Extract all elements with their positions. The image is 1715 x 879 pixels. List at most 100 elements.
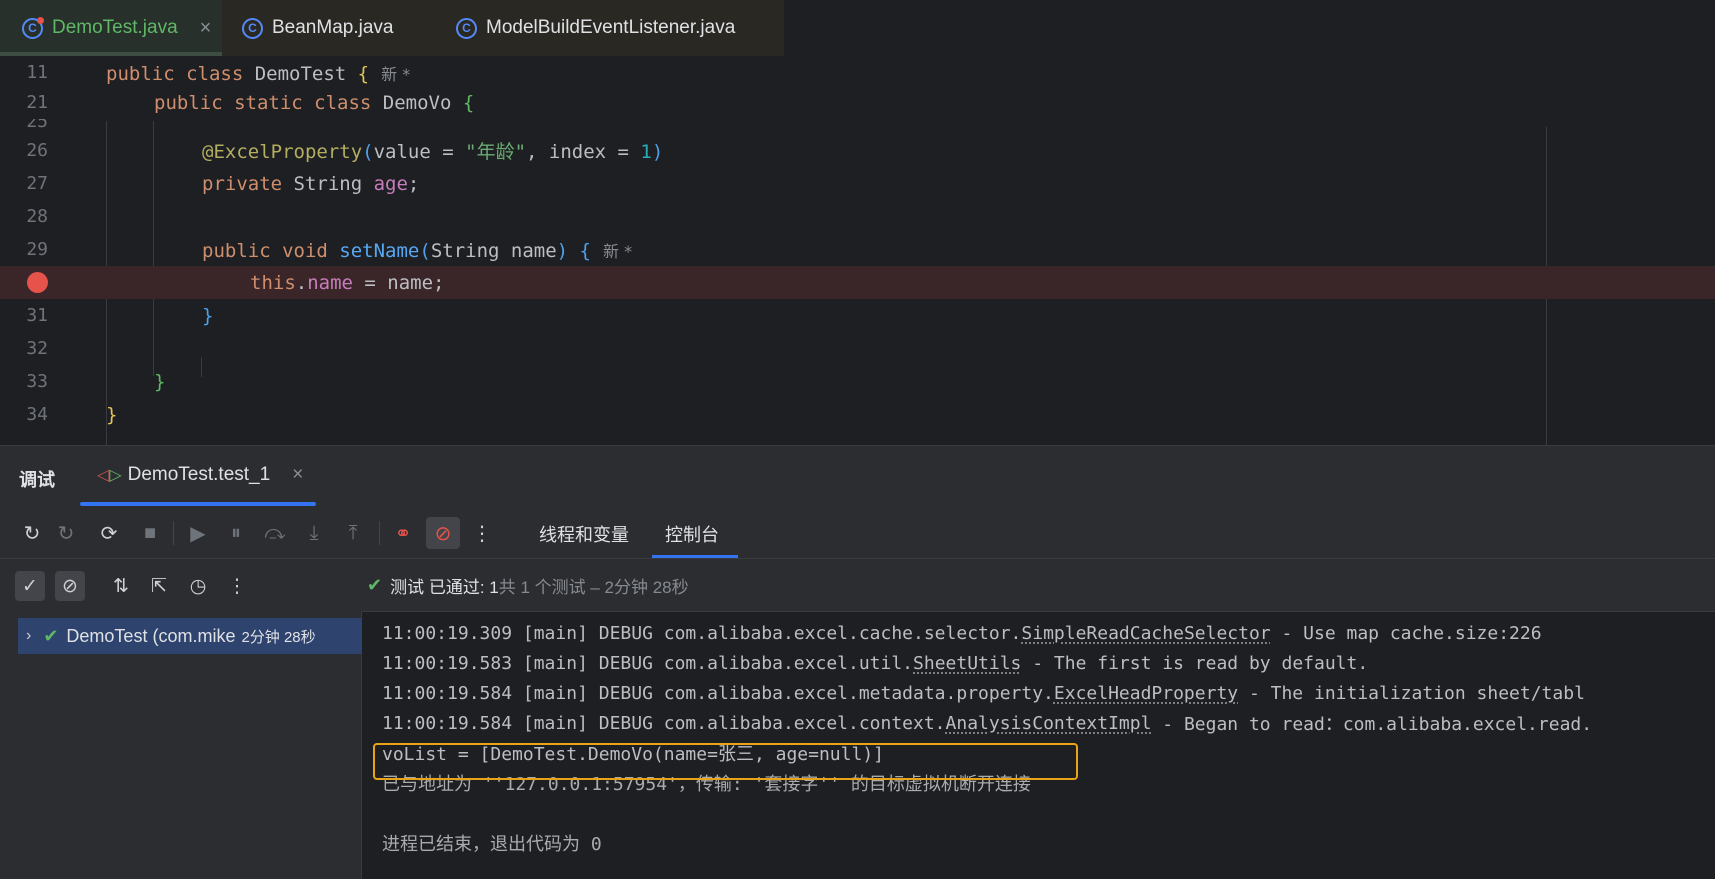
paren: ( [419, 239, 431, 262]
code-line-breakpoint[interactable]: this.name = name; [0, 266, 1715, 299]
view-breakpoints-icon[interactable]: ⚭ [389, 519, 417, 547]
toolbar-separator [379, 521, 380, 545]
tab-label: ModelBuildEventListener.java [486, 17, 736, 38]
keyword: private [202, 172, 294, 195]
step-out-icon[interactable]: ⤒ [339, 519, 367, 547]
line-number: 34 [26, 404, 48, 425]
history-icon[interactable]: ◷ [183, 571, 213, 601]
debug-session-tab[interactable]: ◁▷ DemoTest.test_1 × [97, 464, 303, 486]
line-number: 11 [26, 62, 48, 83]
debug-tool-window-header: 调试 ◁▷ DemoTest.test_1 × [0, 445, 1715, 507]
code-line[interactable]: 11 public class DemoTest {新 * [0, 56, 1715, 89]
log-text: - Began to read：com.alibaba.excel.read. [1151, 714, 1593, 735]
close-icon[interactable]: × [200, 17, 212, 40]
class-icon: C [242, 17, 263, 39]
test-status-bar: ✔ 测试 已通过: 1 共 1 个测试 – 2分钟 28秒 [362, 559, 1715, 612]
log-text: - Use map cache.size:226 [1270, 622, 1542, 644]
log-line: 11:00:19.583 [main] DEBUG com.alibaba.ex… [382, 648, 1368, 678]
session-tab-underline [80, 502, 316, 506]
test-status-label: 测试 已通过: 1 [390, 577, 499, 597]
brace: { [357, 62, 370, 85]
tab-label: DemoTest.java [52, 17, 178, 38]
brace: { [462, 91, 475, 114]
assignment: = name; [352, 271, 445, 294]
test-name: DemoTest (com.mike [66, 625, 236, 646]
method-name: setName [339, 239, 420, 262]
class-link[interactable]: SimpleReadCacheSelector [1021, 623, 1270, 644]
keyword: public static class [154, 91, 383, 114]
log-line: 11:00:19.309 [main] DEBUG com.alibaba.ex… [382, 618, 1542, 648]
class-link[interactable]: ExcelHeadProperty [1054, 683, 1238, 704]
sort-icon[interactable]: ⇅ [106, 571, 136, 601]
rerun-failed-icon[interactable]: ↻ [52, 519, 80, 547]
identifier: DemoTest [254, 62, 358, 85]
line-number: 21 [26, 92, 48, 113]
show-ignored-icon[interactable]: ⊘ [55, 571, 85, 601]
keyword: this [250, 271, 296, 294]
code-line[interactable]: 31 } [0, 299, 1715, 332]
keyword: public void [202, 239, 340, 262]
resume-icon[interactable]: ▶ [184, 519, 212, 547]
show-passed-icon[interactable]: ✓ [15, 571, 45, 601]
dot: . [295, 271, 308, 294]
param: value = [373, 141, 466, 163]
code-editor[interactable]: 11 public class DemoTest {新 * 21 public … [0, 56, 1715, 445]
breakpoint-icon[interactable] [27, 272, 48, 293]
tab-demotest-java[interactable]: C DemoTest.java × [0, 0, 222, 56]
paren: ) [556, 239, 569, 262]
close-icon[interactable]: × [292, 464, 303, 486]
code-line[interactable]: 32 [0, 332, 1715, 365]
pause-icon[interactable]: ⏸ [222, 519, 250, 547]
debug-toolbar: ↻ ↻ ⟳ ■ ▶ ⏸ ⤼ ⤓ ⤒ ⚭ ⊘ ⋮ 线程和变量 控制台 [0, 507, 1715, 559]
tab-console[interactable]: 控制台 [665, 521, 719, 547]
code-line[interactable]: 33 } [0, 365, 1715, 398]
code-text: public void setName(String name) {新 * [202, 238, 632, 262]
code-line[interactable]: 29 public void setName(String name) {新 * [0, 233, 1715, 266]
more-icon[interactable]: ⋮ [468, 519, 496, 547]
log-text: 11:00:19.309 [main] DEBUG com.alibaba.ex… [382, 622, 1022, 644]
log-text: - The first is read by default. [1021, 652, 1369, 674]
code-line[interactable]: 26 @ExcelProperty(value = "年龄", index = … [0, 134, 1715, 167]
step-into-icon[interactable]: ⤓ [300, 519, 328, 547]
console-tab-underline [652, 555, 738, 558]
debug-title: 调试 [19, 470, 55, 490]
string-literal: "年龄" [465, 141, 527, 163]
chevron-right-icon[interactable]: › [26, 627, 31, 645]
params: String name [430, 239, 557, 262]
class-link[interactable]: SheetUtils [913, 653, 1021, 674]
vcs-hint: 新 * [603, 241, 633, 261]
code-line[interactable]: 28 [0, 200, 1715, 233]
log-text: - The initialization sheet/tabl [1238, 682, 1585, 704]
rerun-icon[interactable]: ↻ [18, 519, 46, 547]
line-number: 25 [26, 119, 48, 132]
code-line[interactable]: 34 } [0, 398, 1715, 431]
code-line-partial: 25 [0, 119, 1715, 133]
code-line[interactable]: 21 public static class DemoVo { [0, 86, 1715, 119]
line-number: 28 [26, 206, 48, 227]
more-icon[interactable]: ⋮ [222, 571, 252, 601]
log-line: 11:00:19.584 [main] DEBUG com.alibaba.ex… [382, 678, 1585, 708]
test-status-detail: 共 1 个测试 – 2分钟 28秒 [498, 577, 689, 597]
line-number: 26 [26, 140, 48, 161]
code-text: public class DemoTest {新 * [106, 61, 410, 85]
tab-threads-variables[interactable]: 线程和变量 [539, 521, 629, 547]
line-number: 32 [26, 338, 48, 359]
code-line[interactable]: 27 private String age; [0, 167, 1715, 200]
code-text: this.name = name; [250, 272, 445, 294]
result-highlight-box [373, 743, 1078, 780]
log-text: 11:00:19.583 [main] DEBUG com.alibaba.ex… [382, 652, 914, 674]
step-over-icon[interactable]: ⤼ [261, 519, 289, 547]
brace: } [202, 304, 214, 327]
test-tree-item[interactable]: › ✔ DemoTest (com.mike 2分钟 28秒 [18, 618, 362, 654]
mute-breakpoints-icon[interactable]: ⊘ [426, 517, 460, 549]
stop-icon[interactable]: ■ [136, 519, 164, 547]
tab-modelbuildeventlistener-java[interactable]: C ModelBuildEventListener.java [437, 0, 784, 56]
test-run-icon: ◁▷ [97, 467, 122, 484]
class-link[interactable]: AnalysisContextImpl [946, 713, 1152, 734]
brace: } [106, 403, 118, 426]
tab-beanmap-java[interactable]: C BeanMap.java [222, 0, 437, 56]
collapse-icon[interactable]: ⇱ [144, 571, 174, 601]
paren: ( [362, 141, 374, 163]
log-text: 11:00:19.584 [main] DEBUG com.alibaba.ex… [382, 682, 1054, 704]
rerun-with-coverage-icon[interactable]: ⟳ [95, 519, 123, 547]
